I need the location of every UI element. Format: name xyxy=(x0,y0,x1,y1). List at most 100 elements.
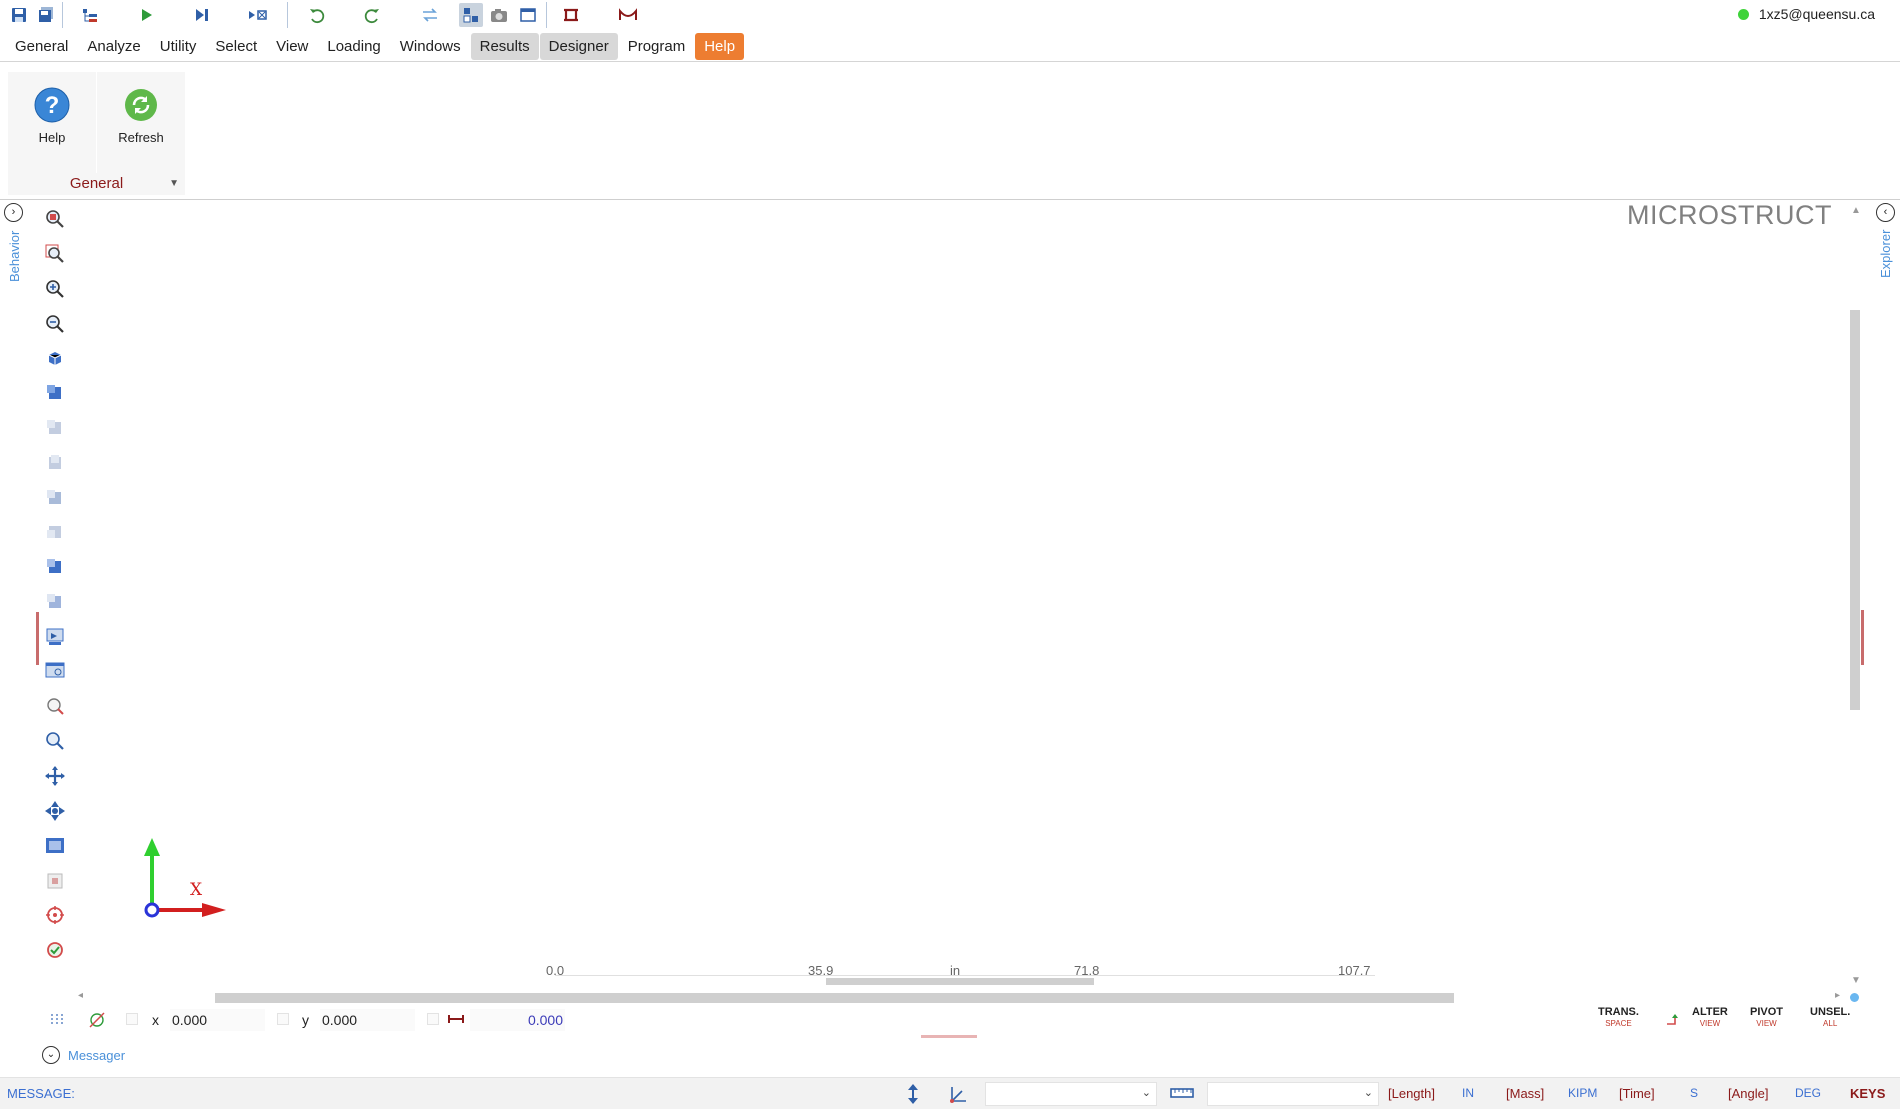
refresh-button[interactable]: Refresh xyxy=(97,72,185,182)
angle-unit-value[interactable]: DEG xyxy=(1795,1086,1821,1100)
tab-select[interactable]: Select xyxy=(206,33,266,60)
step-run-icon[interactable] xyxy=(190,3,214,27)
grid-snap-icon[interactable] xyxy=(49,1012,65,1028)
y-coordinate-field[interactable]: 0.000 xyxy=(320,1009,415,1031)
run-stop-icon[interactable] xyxy=(246,3,270,27)
ruler-icon[interactable] xyxy=(1170,1087,1194,1099)
messager-label[interactable]: Messager xyxy=(68,1048,125,1063)
coordinate-system-select[interactable]: ⌄ xyxy=(985,1082,1157,1106)
tab-windows[interactable]: Windows xyxy=(391,33,470,60)
x-lock-checkbox[interactable] xyxy=(126,1013,138,1025)
window-icon[interactable] xyxy=(516,3,540,27)
view-yz-icon[interactable] xyxy=(44,452,66,474)
chevron-down-icon[interactable]: ⌄ xyxy=(1142,1086,1151,1099)
view-screen-icon[interactable] xyxy=(44,660,66,682)
ruler-unit-label: in xyxy=(950,963,961,978)
splitter-handle[interactable] xyxy=(1861,610,1864,665)
unselect-all-button[interactable]: UNSEL. ALL xyxy=(1810,1006,1850,1030)
frame-view-icon[interactable] xyxy=(44,835,66,857)
tab-general[interactable]: General xyxy=(6,33,77,60)
trans-space-button[interactable]: TRANS. SPACE xyxy=(1598,1006,1639,1030)
scroll-up-icon[interactable]: ▲ xyxy=(1851,205,1861,216)
select-grid-icon[interactable] xyxy=(44,870,66,892)
distance-field[interactable]: 0.000 xyxy=(470,1009,565,1031)
view-perspective-icon[interactable] xyxy=(44,626,66,648)
x-coordinate-field[interactable]: 0.000 xyxy=(170,1009,265,1031)
swap-icon[interactable] xyxy=(418,3,442,27)
view-right-icon[interactable] xyxy=(44,591,66,613)
rotate-view-icon[interactable] xyxy=(44,695,66,717)
explorer-panel-tab[interactable]: Explorer xyxy=(1878,230,1893,278)
distance-lock-checkbox[interactable] xyxy=(427,1013,439,1025)
view-front-icon[interactable] xyxy=(44,487,66,509)
coordinate-system-icon[interactable] xyxy=(948,1083,970,1105)
behavior-panel-tab[interactable]: Behavior xyxy=(7,231,22,282)
zoom-in-icon[interactable] xyxy=(44,278,66,300)
model-tree-icon[interactable] xyxy=(78,3,102,27)
expand-explorer-icon[interactable]: ‹ xyxy=(1876,203,1895,222)
view-toolbar xyxy=(40,206,72,966)
help-button[interactable]: ? Help xyxy=(8,72,96,182)
save-icon[interactable] xyxy=(7,3,31,27)
scroll-right-icon[interactable]: ▸ xyxy=(1835,990,1840,1001)
time-unit-value[interactable]: S xyxy=(1690,1086,1698,1100)
run-icon[interactable] xyxy=(134,3,158,27)
tab-loading[interactable]: Loading xyxy=(318,33,389,60)
tab-analyze[interactable]: Analyze xyxy=(78,33,149,60)
redo-icon[interactable] xyxy=(361,3,385,27)
tab-program[interactable]: Program xyxy=(619,33,695,60)
account-email[interactable]: 1xz5@queensu.ca xyxy=(1759,6,1875,22)
expand-behavior-icon[interactable]: › xyxy=(4,203,23,222)
zoom-extent-icon[interactable] xyxy=(44,208,66,230)
splitter-handle[interactable] xyxy=(921,1035,977,1038)
tab-results[interactable]: Results xyxy=(470,33,539,60)
save-all-icon[interactable] xyxy=(34,3,58,27)
pivot-view-button[interactable]: PIVOT VIEW xyxy=(1750,1006,1783,1030)
target-icon[interactable] xyxy=(44,904,66,926)
splitter-handle[interactable] xyxy=(36,612,39,665)
layout-toggle-icon[interactable] xyxy=(459,3,483,27)
chevron-down-icon[interactable]: ▼ xyxy=(169,173,179,195)
ribbon-group-general[interactable]: General ▼ xyxy=(8,173,185,195)
view-xz-icon[interactable] xyxy=(44,417,66,439)
camera-icon[interactable] xyxy=(487,3,511,27)
horizontal-scroll-thumb[interactable] xyxy=(215,993,1454,1003)
zoom-window-icon[interactable] xyxy=(44,243,66,265)
scroll-down-icon[interactable]: ▼ xyxy=(1851,975,1861,986)
model-viewport[interactable] xyxy=(74,200,1861,992)
trans-space-label: TRANS. xyxy=(1598,1006,1639,1018)
alter-view-button[interactable]: ALTER VIEW xyxy=(1692,1006,1728,1030)
view-xy-icon[interactable] xyxy=(44,382,66,404)
orbit-icon[interactable] xyxy=(44,800,66,822)
tab-help[interactable]: Help xyxy=(695,33,745,60)
vertical-arrows-icon[interactable] xyxy=(904,1083,922,1105)
y-lock-checkbox[interactable] xyxy=(277,1013,289,1025)
undo-icon[interactable] xyxy=(304,3,328,27)
view-left-icon[interactable] xyxy=(44,556,66,578)
chevron-down-icon[interactable]: ⌄ xyxy=(1364,1086,1373,1099)
tab-designer[interactable]: Designer xyxy=(539,33,618,60)
keys-button[interactable]: KEYS xyxy=(1850,1086,1885,1101)
pan-icon[interactable] xyxy=(44,765,66,787)
quick-access-toolbar: 1xz5@queensu.ca xyxy=(0,0,1900,30)
zoom-out-icon[interactable] xyxy=(44,313,66,335)
view-3d-icon[interactable] xyxy=(44,347,66,369)
cable-icon[interactable] xyxy=(616,3,640,27)
units-preset-select[interactable]: ⌄ xyxy=(1207,1082,1379,1106)
vertical-scroll-thumb[interactable] xyxy=(1850,310,1860,710)
ruler-line xyxy=(555,975,1375,976)
frame-section-icon[interactable] xyxy=(559,3,583,27)
snap-target-icon[interactable] xyxy=(44,939,66,961)
zoom-dynamic-icon[interactable] xyxy=(44,730,66,752)
length-unit-value[interactable]: IN xyxy=(1462,1086,1474,1100)
tab-utility[interactable]: Utility xyxy=(151,33,206,60)
chevron-down-icon[interactable]: ⌄ xyxy=(42,1046,60,1064)
cursor-snap-icon[interactable] xyxy=(87,1010,107,1030)
tab-view[interactable]: View xyxy=(267,33,317,60)
scroll-left-icon[interactable]: ◂ xyxy=(78,990,83,1001)
mass-unit-value[interactable]: KIPM xyxy=(1568,1086,1597,1100)
ribbon-panel: ? Help Refresh xyxy=(0,61,1900,200)
vertical-scrollbar[interactable]: ▲ ▼ xyxy=(1848,205,1864,995)
refresh-icon xyxy=(122,86,160,124)
view-back-icon[interactable] xyxy=(44,521,66,543)
